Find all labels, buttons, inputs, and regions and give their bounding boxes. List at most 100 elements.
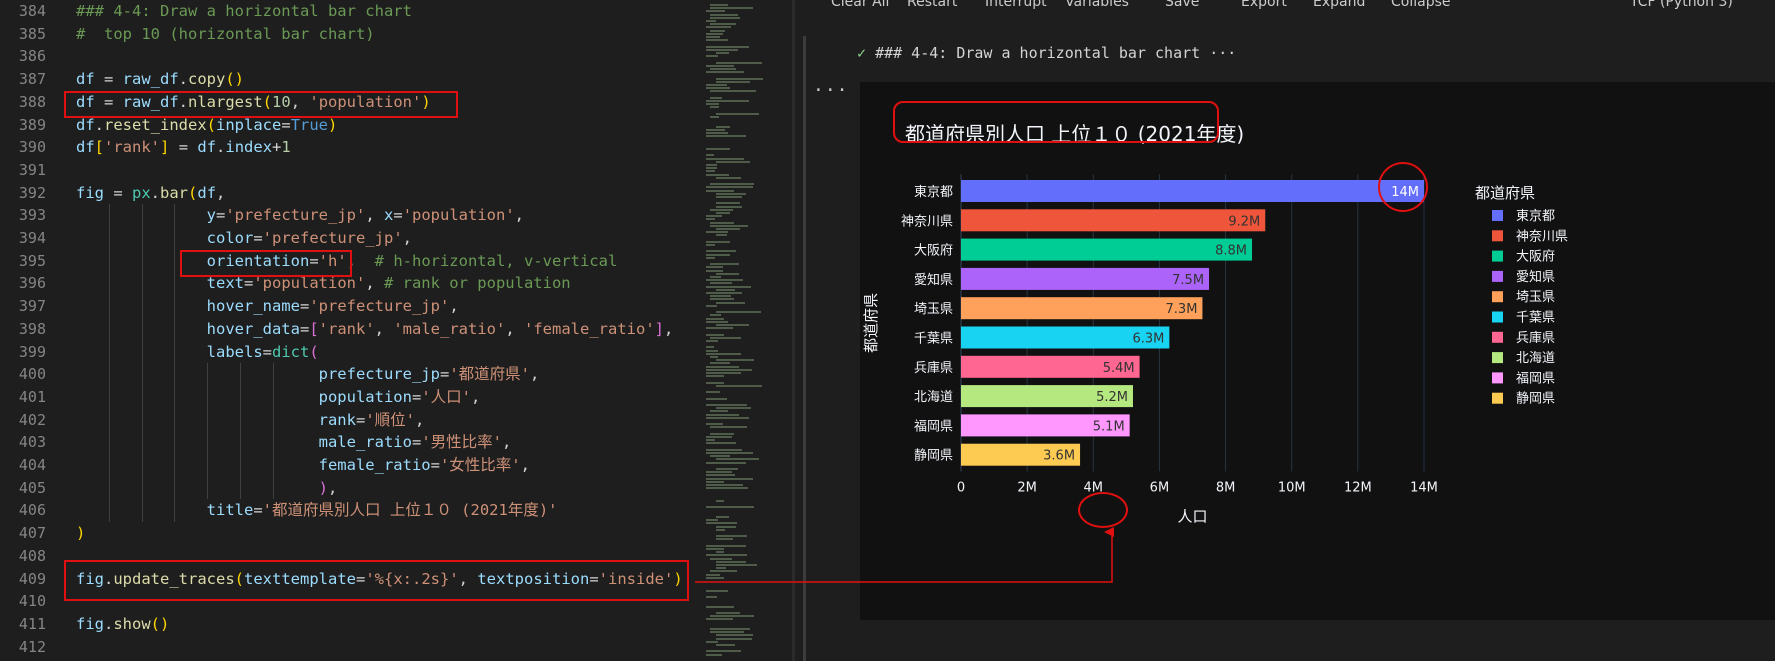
code-token: '男性比率'	[421, 433, 502, 452]
minimap-line	[710, 426, 748, 429]
minimap-line	[706, 381, 725, 384]
line-number: 407	[18, 524, 46, 543]
code-line[interactable]: fig.show()	[76, 613, 169, 636]
toolbar-clear-all-button[interactable]: Clear All	[831, 0, 889, 10]
code-token: '都道府県'	[449, 365, 530, 384]
code-line[interactable]: population='人口',	[76, 386, 481, 409]
legend-item-label: 東京都	[1516, 208, 1555, 224]
code-token: =	[281, 115, 291, 134]
cell-more-actions-button[interactable]: ···	[813, 80, 849, 101]
code-token: df	[197, 183, 217, 202]
code-token: ### 4-4: Draw a horizontal bar chart	[76, 2, 412, 20]
y-tick-label: 神奈川県	[901, 214, 953, 229]
code-line[interactable]: y='prefecture_jp', x='population',	[76, 204, 524, 227]
code-token: 'female_ratio'	[524, 319, 655, 338]
title-highlight-box	[893, 101, 1219, 143]
code-line[interactable]: female_ratio='女性比率',	[76, 454, 530, 477]
legend-swatch-1	[1492, 230, 1503, 242]
legend-item-label: 千葉県	[1516, 311, 1555, 326]
code-line[interactable]: hover_data=['rank', 'male_ratio', 'femal…	[76, 318, 674, 341]
bar-value-label: 7.5M	[1172, 273, 1204, 288]
editor-scrollbar[interactable]	[778, 0, 792, 661]
line-number: 412	[18, 637, 46, 656]
minimap-line	[706, 653, 723, 656]
code-token: df	[76, 70, 95, 89]
plotly-figure[interactable]: 14M 東京都 9.2M 神奈川県 8.8M 大阪府 7.5M 愛知県 7.3M 埼玉県 6.3M 千…	[860, 82, 1775, 620]
bar-value-label: 6.3M	[1132, 332, 1164, 347]
legend-item-label: 北海道	[1516, 351, 1555, 366]
minimap-line	[710, 221, 734, 224]
legend-swatch-7	[1492, 352, 1503, 364]
minimap-line	[706, 484, 743, 486]
code-token: 'prefecture_jp'	[262, 229, 403, 247]
line-number: 400	[18, 365, 46, 384]
code-line[interactable]: color='prefecture_jp',	[76, 227, 412, 250]
minimap-line	[706, 154, 715, 157]
code-line[interactable]: prefecture_jp='都道府県',	[76, 363, 540, 386]
code-line[interactable]: )	[76, 522, 85, 545]
bar-2	[961, 238, 1253, 261]
highlight-box-update-traces	[64, 560, 689, 601]
indent-guide	[109, 204, 110, 523]
code-line[interactable]: hover_name='prefecture_jp',	[76, 295, 459, 318]
minimap-line	[716, 538, 734, 541]
minimap-line	[706, 519, 718, 522]
code-line[interactable]: ### 4-4: Draw a horizontal bar chart	[76, 0, 412, 23]
minimap-line	[706, 64, 734, 67]
minimap-line	[716, 205, 742, 208]
code-editor[interactable]: 384 385 386 387 388 389 390 391 392 393 394 395 396 3…	[0, 0, 700, 661]
bar-value-label: 9.2M	[1228, 214, 1260, 229]
y-tick-label: 北海道	[914, 390, 953, 405]
x-tick-label: 6M	[1150, 480, 1170, 495]
legend-item-label: 兵庫県	[1516, 331, 1555, 346]
minimap-line	[710, 276, 722, 278]
minimap-line	[710, 362, 731, 365]
minimap-line	[716, 644, 735, 646]
code-line[interactable]: df = raw_df.copy()	[76, 68, 244, 91]
code-line[interactable]: fig = px.bar(df,	[76, 182, 225, 205]
line-number: 390	[18, 138, 46, 157]
minimap-line	[716, 196, 742, 198]
code-line[interactable]: rank='順位',	[76, 409, 425, 432]
code-token: raw_df	[122, 70, 179, 89]
minimap-line	[706, 554, 748, 557]
minimap[interactable]	[700, 0, 778, 661]
kernel-picker[interactable]: TCF (Python 3)	[1630, 0, 1733, 10]
code-token: =	[262, 342, 272, 361]
toolbar-collapse-button[interactable]: Collapse	[1391, 0, 1451, 10]
code-token: .	[178, 70, 189, 89]
minimap-line	[706, 650, 741, 653]
code-line[interactable]: title='都道府県別人口 上位１０ (2021年度)'	[76, 499, 558, 522]
toolbar-expand-button[interactable]: Expand	[1313, 0, 1365, 10]
toolbar-restart-button[interactable]: Restart	[907, 0, 957, 10]
minimap-line	[706, 253, 731, 256]
code-token: 'prefecture_jp'	[309, 297, 450, 316]
minimap-line	[706, 231, 728, 234]
collapsed-cell-header[interactable]: ✓ ### 4-4: Draw a horizontal bar chart ·…	[857, 44, 1236, 62]
toolbar-export-button[interactable]: Export	[1241, 0, 1287, 10]
toolbar-save-button[interactable]: Save	[1165, 0, 1199, 10]
indent-guide	[207, 363, 208, 500]
code-token: ,	[505, 319, 524, 338]
minimap-line	[706, 32, 724, 35]
code-token: fig	[76, 614, 104, 633]
toolbar-variables-button[interactable]: Variables	[1065, 0, 1129, 10]
y-axis-title: 都道府県	[862, 293, 880, 353]
minimap-line	[716, 212, 731, 214]
minimap-line	[706, 487, 748, 490]
minimap-line	[706, 596, 717, 598]
line-number: 391	[18, 160, 46, 179]
minimap-line	[710, 298, 734, 301]
code-token: ,	[414, 410, 425, 429]
minimap-line	[706, 448, 743, 451]
line-number: 385	[18, 24, 46, 43]
code-line[interactable]: labels=dict(	[76, 341, 319, 364]
bar-value-label: 5.2M	[1096, 390, 1128, 405]
toolbar-interrupt-button[interactable]: Interrupt	[985, 0, 1047, 10]
line-number: 389	[18, 115, 46, 134]
code-line[interactable]: # top 10 (horizontal bar chart)	[76, 23, 375, 46]
code-token: )	[328, 115, 338, 134]
line-number-gutter: 384 385 386 387 388 389 390 391 392 393 394 395 396 3…	[0, 0, 58, 661]
code-line[interactable]: df['rank'] = df.index+1	[76, 136, 291, 159]
